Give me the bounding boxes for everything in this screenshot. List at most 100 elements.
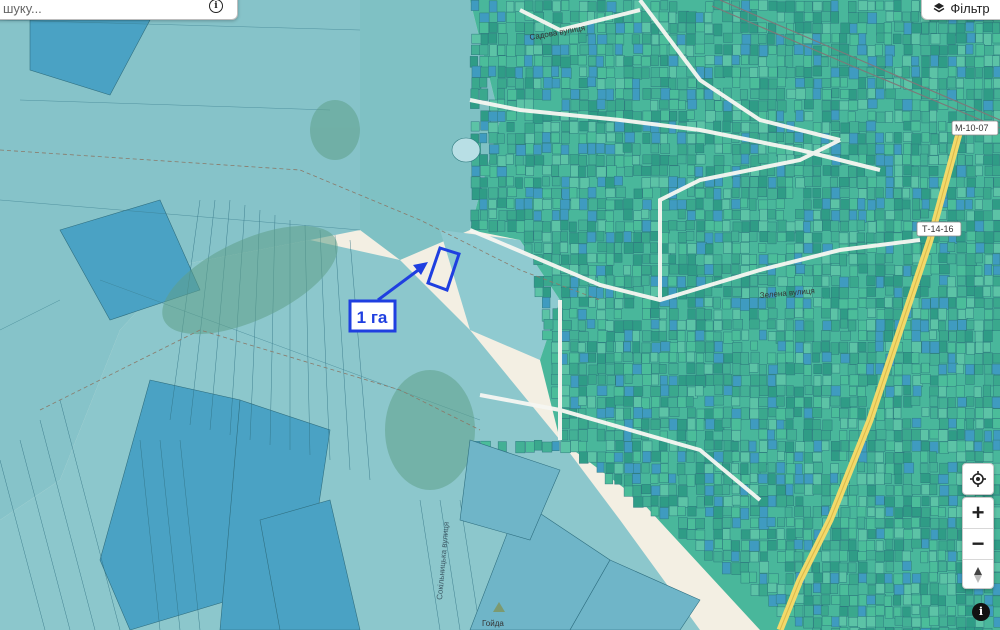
land-parcel[interactable] — [984, 298, 993, 309]
land-parcel[interactable] — [496, 166, 507, 178]
land-parcel[interactable] — [731, 54, 740, 66]
land-parcel[interactable] — [966, 88, 975, 100]
land-parcel[interactable] — [912, 209, 921, 220]
land-parcel[interactable] — [579, 197, 588, 211]
land-parcel[interactable] — [794, 451, 804, 462]
land-parcel[interactable] — [894, 265, 903, 276]
land-parcel[interactable] — [506, 11, 516, 23]
land-parcel[interactable] — [956, 451, 967, 463]
land-parcel[interactable] — [750, 517, 759, 528]
land-parcel[interactable] — [604, 221, 614, 234]
land-parcel[interactable] — [867, 374, 878, 386]
land-parcel[interactable] — [939, 264, 950, 275]
land-parcel[interactable] — [884, 473, 892, 484]
land-parcel[interactable] — [939, 441, 949, 454]
land-parcel[interactable] — [984, 364, 993, 375]
land-parcel[interactable] — [866, 275, 876, 286]
land-parcel[interactable] — [552, 0, 561, 13]
land-parcel[interactable] — [767, 274, 776, 286]
land-parcel[interactable] — [803, 529, 812, 542]
land-parcel[interactable] — [858, 298, 868, 308]
land-parcel[interactable] — [524, 0, 534, 13]
land-parcel[interactable] — [624, 132, 635, 143]
land-parcel[interactable] — [992, 209, 1000, 221]
land-parcel[interactable] — [929, 330, 937, 340]
land-parcel[interactable] — [849, 198, 858, 210]
land-parcel[interactable] — [937, 308, 947, 321]
land-parcel[interactable] — [632, 254, 643, 267]
land-parcel[interactable] — [920, 517, 931, 528]
search-bar[interactable]: i — [0, 0, 238, 20]
land-parcel[interactable] — [893, 352, 904, 364]
land-parcel[interactable] — [948, 308, 958, 321]
land-parcel[interactable] — [731, 66, 741, 79]
land-parcel[interactable] — [750, 351, 760, 364]
land-parcel[interactable] — [848, 495, 857, 507]
land-parcel[interactable] — [668, 484, 678, 497]
land-parcel[interactable] — [579, 177, 590, 190]
land-parcel[interactable] — [588, 364, 600, 376]
land-parcel[interactable] — [651, 88, 662, 99]
land-parcel[interactable] — [911, 32, 921, 45]
land-parcel[interactable] — [758, 44, 768, 57]
land-parcel[interactable] — [956, 78, 964, 89]
land-parcel[interactable] — [741, 329, 750, 341]
land-parcel[interactable] — [649, 253, 660, 264]
land-parcel[interactable] — [947, 461, 958, 473]
land-parcel[interactable] — [893, 584, 905, 596]
land-parcel[interactable] — [812, 462, 823, 474]
land-parcel[interactable] — [948, 418, 957, 429]
land-parcel[interactable] — [577, 309, 587, 321]
land-parcel[interactable] — [606, 375, 616, 386]
land-parcel[interactable] — [813, 264, 822, 276]
land-parcel[interactable] — [578, 429, 588, 442]
land-parcel[interactable] — [992, 285, 1000, 298]
land-parcel[interactable] — [498, 33, 508, 45]
land-parcel[interactable] — [885, 538, 894, 550]
land-parcel[interactable] — [739, 89, 748, 100]
land-parcel[interactable] — [704, 12, 713, 23]
land-parcel[interactable] — [650, 506, 660, 517]
land-parcel[interactable] — [884, 45, 895, 57]
land-parcel[interactable] — [813, 385, 822, 397]
land-parcel[interactable] — [479, 133, 488, 144]
land-parcel[interactable] — [739, 495, 749, 507]
land-parcel[interactable] — [641, 22, 651, 33]
land-parcel[interactable] — [579, 89, 589, 100]
land-parcel[interactable] — [893, 407, 902, 419]
land-parcel[interactable] — [811, 407, 823, 418]
land-parcel[interactable] — [704, 264, 715, 275]
land-parcel[interactable] — [587, 143, 596, 156]
land-parcel[interactable] — [642, 253, 650, 264]
land-parcel[interactable] — [705, 99, 715, 112]
land-parcel[interactable] — [750, 89, 760, 99]
land-parcel[interactable] — [551, 154, 561, 166]
land-parcel[interactable] — [803, 133, 813, 145]
land-parcel[interactable] — [713, 395, 724, 406]
land-parcel[interactable] — [632, 143, 641, 156]
land-parcel[interactable] — [875, 0, 885, 11]
land-parcel[interactable] — [902, 187, 910, 199]
land-parcel[interactable] — [930, 594, 939, 606]
land-parcel[interactable] — [911, 56, 920, 66]
land-parcel[interactable] — [785, 0, 796, 13]
land-parcel[interactable] — [749, 397, 759, 410]
land-parcel[interactable] — [902, 505, 912, 517]
land-parcel[interactable] — [786, 88, 797, 99]
land-parcel[interactable] — [515, 22, 525, 32]
land-parcel[interactable] — [939, 485, 950, 497]
land-parcel[interactable] — [822, 198, 831, 211]
land-parcel[interactable] — [749, 363, 759, 373]
land-parcel[interactable] — [786, 528, 797, 541]
land-parcel[interactable] — [685, 374, 697, 386]
land-parcel[interactable] — [506, 176, 515, 187]
land-parcel[interactable] — [955, 32, 967, 44]
land-parcel[interactable] — [721, 263, 731, 274]
land-parcel[interactable] — [966, 210, 976, 222]
land-parcel[interactable] — [938, 252, 949, 263]
land-parcel[interactable] — [633, 496, 644, 508]
land-parcel[interactable] — [633, 210, 643, 221]
land-parcel[interactable] — [533, 210, 542, 222]
land-parcel[interactable] — [559, 44, 570, 56]
land-parcel[interactable] — [623, 407, 631, 421]
